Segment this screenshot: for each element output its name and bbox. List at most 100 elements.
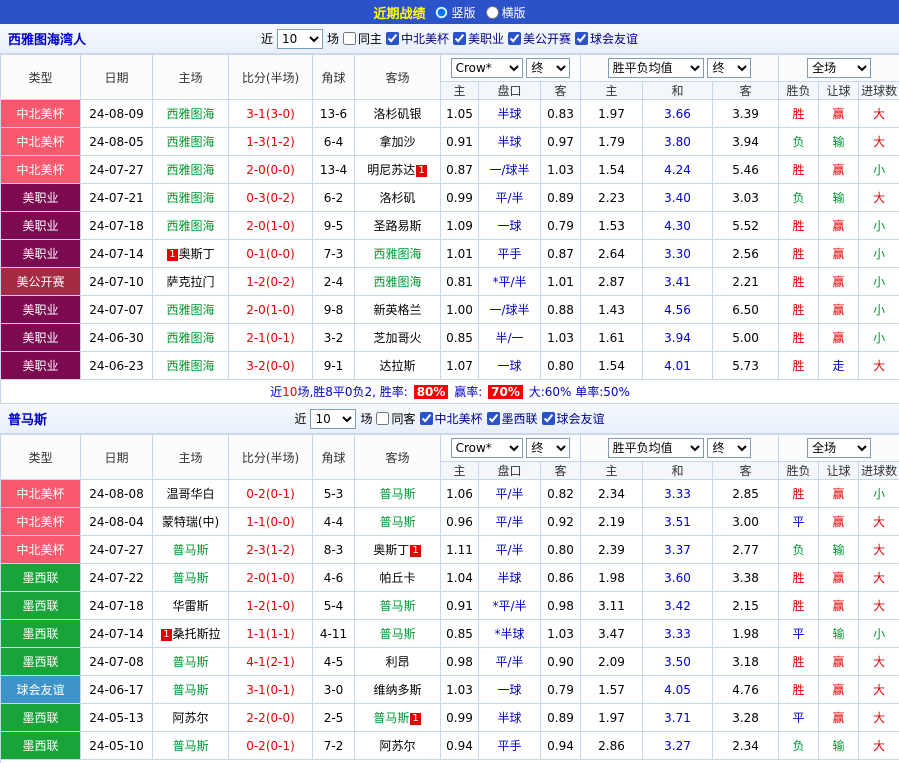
league-checkbox[interactable] [486, 412, 500, 425]
result-wdl-cell: 平 [778, 703, 820, 732]
europe-odds-select[interactable]: 胜平负均值 [607, 438, 704, 458]
away-team-name[interactable]: 奥斯丁 [373, 543, 409, 557]
home-team-cell: 温哥华白 [152, 479, 229, 508]
score-cell: 0-2(0-1) [228, 731, 313, 760]
league-checkbox[interactable] [453, 32, 466, 45]
home-team-name[interactable]: 西雅图海 [166, 303, 214, 317]
home-team-name[interactable]: 普马斯 [172, 683, 208, 697]
league-type-cell: 墨西联 [0, 619, 81, 648]
result-goals-cell: 大 [858, 351, 899, 380]
scope-select[interactable]: 全场 [807, 438, 872, 458]
stats-pre: 近 [270, 385, 283, 399]
same-venue-checkbox[interactable] [376, 412, 390, 425]
league-checkbox[interactable] [508, 32, 522, 45]
scope-select[interactable]: 全场 [807, 58, 872, 78]
home-team-name[interactable]: 西雅图海 [166, 135, 214, 149]
home-team-name[interactable]: 西雅图海 [166, 163, 214, 177]
odds-company-select[interactable]: Crow* [450, 438, 523, 458]
league-checkbox[interactable] [385, 32, 399, 45]
odds-company-select[interactable]: Crow* [450, 58, 523, 78]
league-filter[interactable]: 中北美杯 [385, 30, 449, 47]
same-venue-filter[interactable]: 同客 [376, 410, 416, 427]
league-type-cell: 墨西联 [0, 731, 81, 760]
away-team-name[interactable]: 新英格兰 [373, 303, 421, 317]
away-team-name[interactable]: 明尼苏达 [367, 163, 415, 177]
home-team-name[interactable]: 西雅图海 [166, 331, 214, 345]
match-date-cell: 24-05-10 [80, 731, 153, 760]
europe-final-select[interactable]: 终 [707, 438, 752, 458]
team-title[interactable]: 普马斯 [8, 409, 47, 428]
layout-horizontal-option[interactable]: 横版 [485, 4, 526, 21]
away-team-name[interactable]: 普马斯 [379, 599, 415, 613]
sub-result-wdl: 胜负 [778, 81, 820, 100]
europe-odds-select[interactable]: 胜平负均值 [607, 58, 704, 78]
home-team-name[interactable]: 桑托斯拉 [173, 627, 221, 641]
away-team-name[interactable]: 芝加哥火 [373, 331, 421, 345]
asia-final-select[interactable]: 终 [526, 58, 571, 78]
games-count-select[interactable]: 10 [310, 408, 357, 429]
result-wdl-cell: 胜 [778, 211, 820, 240]
away-team-name[interactable]: 普马斯 [379, 487, 415, 501]
home-water-cell: 0.98 [440, 647, 479, 676]
sub-result-goals: 进球数 [858, 81, 899, 100]
away-team-name[interactable]: 帕丘卡 [379, 571, 415, 585]
away-team-name[interactable]: 洛杉矶 [379, 191, 415, 205]
league-checkbox[interactable] [575, 32, 589, 45]
team-title[interactable]: 西雅图海湾人 [8, 29, 86, 48]
away-team-name[interactable]: 普马斯 [379, 627, 415, 641]
league-type-cell: 中北美杯 [0, 127, 81, 156]
away-team-name[interactable]: 利昂 [385, 655, 409, 669]
games-count-select[interactable]: 10 [276, 28, 323, 49]
home-water-cell: 1.09 [440, 211, 479, 240]
asia-final-select[interactable]: 终 [526, 438, 571, 458]
odds-away-cell: 2.15 [712, 591, 780, 620]
away-team-name[interactable]: 洛杉矶银 [373, 107, 421, 121]
result-goals-cell: 大 [858, 127, 899, 156]
match-row: 墨西联 24-07-14 1 桑托斯拉 1-1(1-1) 4-11 普马斯 0.85 *半球 1.… [0, 619, 899, 648]
away-team-name[interactable]: 西雅图海 [373, 275, 421, 289]
league-checkbox[interactable] [541, 412, 555, 425]
league-filter[interactable]: 球会友谊 [541, 410, 605, 427]
away-team-name[interactable]: 普马斯 [373, 711, 409, 725]
home-team-name[interactable]: 普马斯 [172, 739, 208, 753]
home-team-name[interactable]: 普马斯 [172, 571, 208, 585]
home-team-name[interactable]: 西雅图海 [166, 359, 214, 373]
home-team-name[interactable]: 阿苏尔 [172, 711, 208, 725]
league-filter[interactable]: 球会友谊 [575, 30, 638, 47]
same-venue-filter[interactable]: 同主 [342, 30, 382, 47]
away-team-name[interactable]: 维纳多斯 [373, 683, 421, 697]
home-team-name[interactable]: 奥斯丁 [179, 247, 215, 261]
away-team-name[interactable]: 西雅图海 [373, 247, 421, 261]
same-venue-checkbox[interactable] [342, 32, 356, 45]
result-wdl-cell: 胜 [778, 675, 820, 704]
away-team-name[interactable]: 阿苏尔 [379, 739, 415, 753]
home-team-name[interactable]: 温哥华白 [166, 487, 214, 501]
league-filter[interactable]: 美职业 [453, 30, 504, 47]
result-goals-cell: 大 [858, 703, 899, 732]
home-team-name[interactable]: 西雅图海 [166, 219, 214, 233]
home-team-name[interactable]: 蒙特瑞(中) [162, 515, 219, 529]
home-team-name[interactable]: 萨克拉门 [166, 275, 214, 289]
home-team-name[interactable]: 西雅图海 [166, 191, 214, 205]
away-team-name[interactable]: 拿加沙 [379, 135, 415, 149]
layout-vertical-option[interactable]: 竖版 [435, 4, 476, 21]
away-team-name[interactable]: 圣路易斯 [373, 219, 421, 233]
league-checkbox[interactable] [419, 412, 433, 425]
home-team-name[interactable]: 华雷斯 [172, 599, 208, 613]
league-filter[interactable]: 中北美杯 [419, 410, 483, 427]
col-score: 比分(半场) [228, 54, 313, 100]
home-team-name[interactable]: 西雅图海 [166, 107, 214, 121]
europe-final-select[interactable]: 终 [707, 58, 752, 78]
home-team-name[interactable]: 普马斯 [172, 543, 208, 557]
home-water-cell: 1.07 [440, 351, 479, 380]
away-team-name[interactable]: 普马斯 [379, 515, 415, 529]
horizontal-radio[interactable] [485, 5, 499, 19]
home-team-name[interactable]: 普马斯 [172, 655, 208, 669]
match-row: 美职业 24-07-14 1 奥斯丁 0-1(0-0) 7-3 西雅图海 1.01 平手 0.87… [0, 239, 899, 268]
away-team-name[interactable]: 达拉斯 [379, 359, 415, 373]
league-filter[interactable]: 墨西联 [486, 410, 538, 427]
league-filter[interactable]: 美公开赛 [508, 30, 571, 47]
vertical-radio[interactable] [435, 5, 449, 19]
col-away: 客场 [354, 54, 441, 100]
handicap-cell: *平/半 [478, 591, 541, 620]
